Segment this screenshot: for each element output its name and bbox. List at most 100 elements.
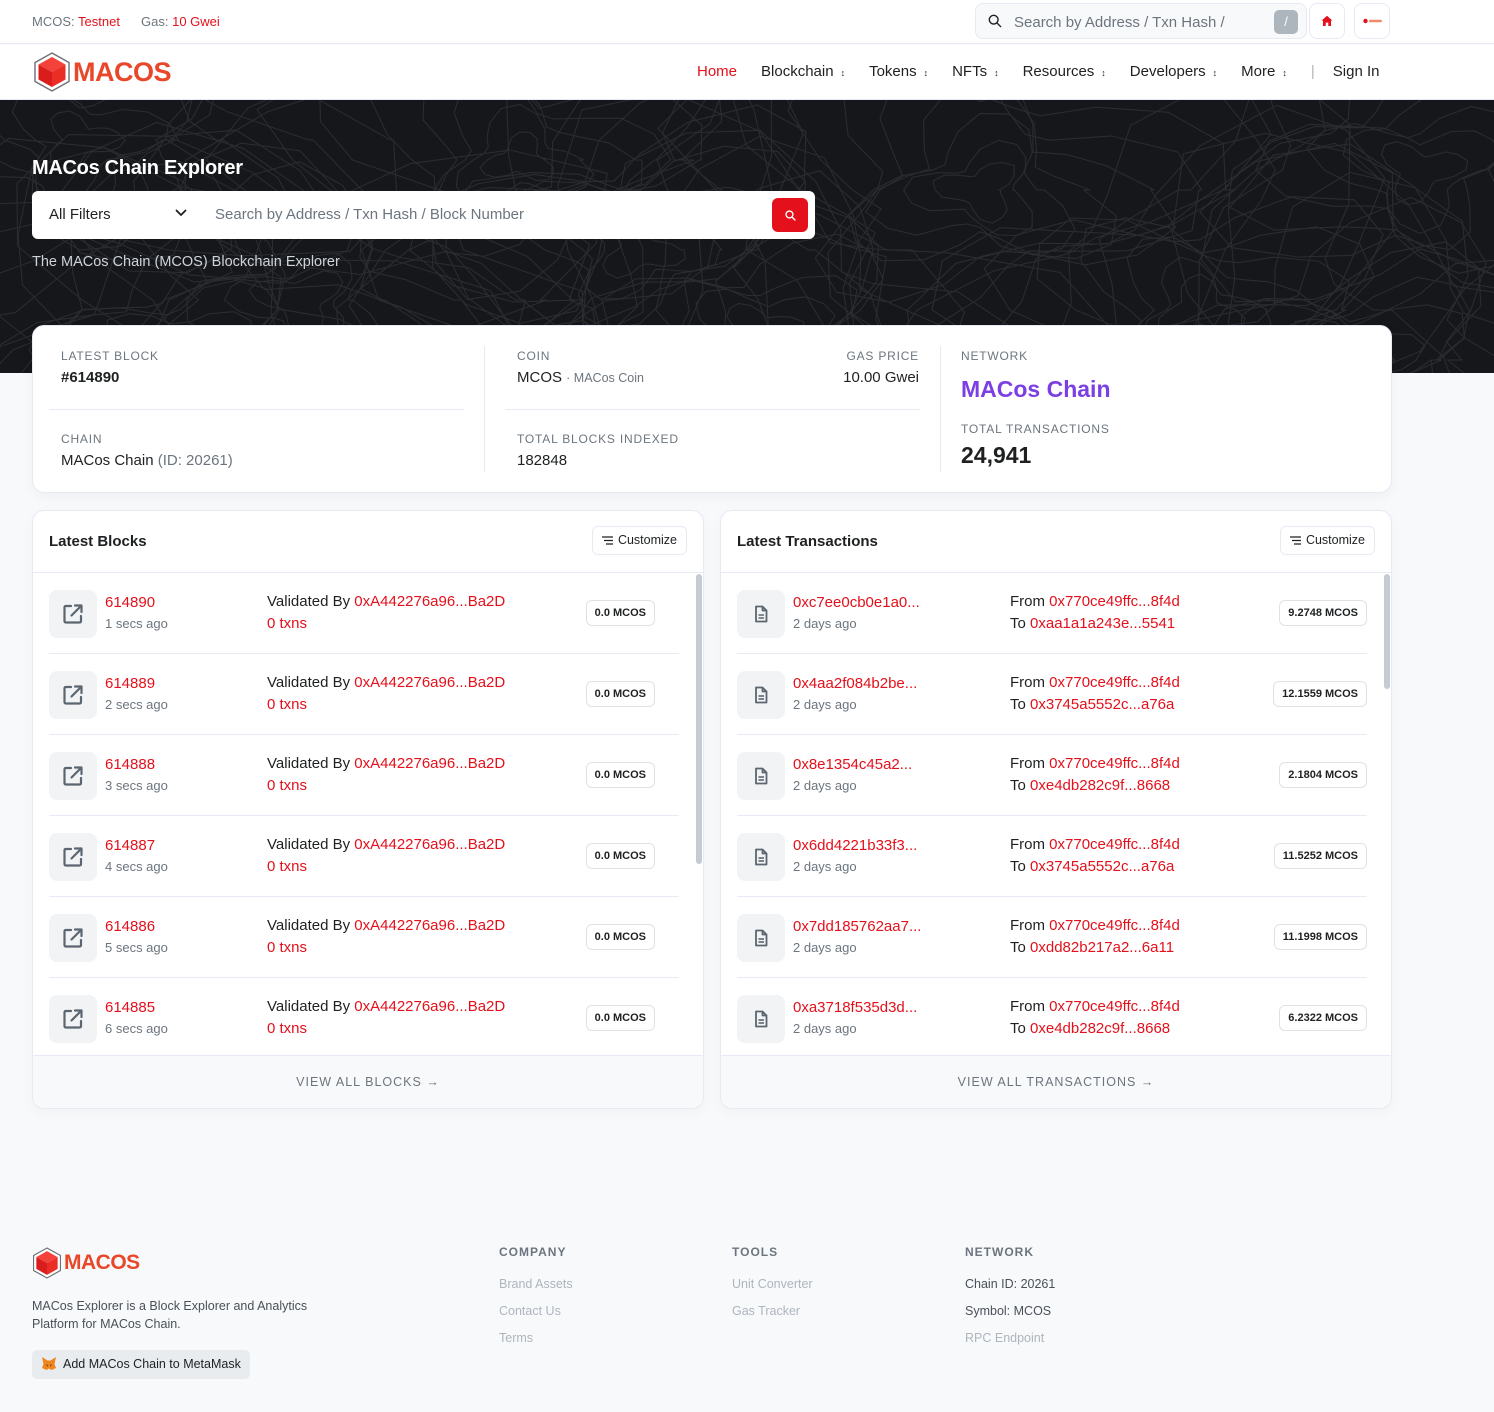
latest-block-value[interactable]: #614890 bbox=[61, 369, 119, 386]
to-address-link[interactable]: 0xe4db282c9f...8668 bbox=[1030, 1020, 1170, 1037]
footer-logo[interactable]: MACOS bbox=[32, 1247, 140, 1279]
header-search-input[interactable]: Search by Address / Txn Hash / / bbox=[975, 3, 1307, 39]
footer-symbol: Symbol: MCOS bbox=[965, 1304, 1052, 1318]
validator-address-link[interactable]: 0xA442276a96...Ba2D bbox=[354, 674, 505, 691]
home-icon bbox=[1321, 15, 1333, 26]
block-number-link[interactable]: 614886 bbox=[105, 918, 155, 935]
scrollbar-thumb[interactable] bbox=[1384, 574, 1390, 689]
tx-hash-link[interactable]: 0x6dd4221b33f3... bbox=[793, 837, 917, 854]
block-txns-link[interactable]: 0 txns bbox=[267, 1020, 307, 1037]
panel-header: Latest Blocks Customize bbox=[33, 511, 703, 573]
transaction-row: 0x7dd185762aa7... 2 days ago From 0x770ce4… bbox=[737, 897, 1367, 978]
from-address-link[interactable]: 0x770ce49ffc...8f4d bbox=[1049, 836, 1180, 853]
view-all-blocks-link[interactable]: VIEW ALL BLOCKS → bbox=[33, 1055, 703, 1108]
transaction-row: 0x8e1354c45a2... 2 days ago From 0x770ce49… bbox=[737, 735, 1367, 816]
block-txns-link[interactable]: 0 txns bbox=[267, 939, 307, 956]
tx-value-badge: 9.2748 MCOS bbox=[1279, 600, 1367, 626]
from-address-link[interactable]: 0x770ce49ffc...8f4d bbox=[1049, 755, 1180, 772]
tx-age: 2 days ago bbox=[793, 1021, 857, 1036]
block-reward-badge: 0.0 MCOS bbox=[585, 600, 655, 626]
block-number-link[interactable]: 614887 bbox=[105, 837, 155, 854]
tx-icon-box bbox=[737, 995, 785, 1043]
scrollbar-thumb[interactable] bbox=[696, 574, 702, 864]
view-all-transactions-link[interactable]: VIEW ALL TRANSACTIONS → bbox=[721, 1055, 1391, 1108]
from-label: From bbox=[1010, 593, 1045, 610]
nav-item-developers[interactable]: Developers ↕ bbox=[1130, 63, 1217, 80]
chevron-down-icon[interactable] bbox=[175, 209, 187, 217]
validator-address-link[interactable]: 0xA442276a96...Ba2D bbox=[354, 836, 505, 853]
nav-item-resources[interactable]: Resources ↕ bbox=[1023, 63, 1106, 80]
from-address-link[interactable]: 0x770ce49ffc...8f4d bbox=[1049, 593, 1180, 610]
footer-link-brand-assets[interactable]: Brand Assets bbox=[499, 1277, 573, 1291]
customize-button[interactable]: Customize bbox=[591, 526, 687, 555]
tx-from: From 0x770ce49ffc...8f4d bbox=[1010, 674, 1180, 691]
validator-address-link[interactable]: 0xA442276a96...Ba2D bbox=[354, 755, 505, 772]
tx-hash-link[interactable]: 0x8e1354c45a2... bbox=[793, 756, 912, 773]
block-txns-link[interactable]: 0 txns bbox=[267, 858, 307, 875]
hero-search-input[interactable]: Search by Address / Txn Hash / Block Num… bbox=[215, 206, 524, 223]
customize-button[interactable]: Customize bbox=[1279, 526, 1375, 555]
footer-link-terms[interactable]: Terms bbox=[499, 1331, 533, 1345]
to-address-link[interactable]: 0xe4db282c9f...8668 bbox=[1030, 777, 1170, 794]
brand-logo[interactable]: MACOS bbox=[33, 52, 172, 92]
validated-by: Validated By 0xA442276a96...Ba2D bbox=[267, 836, 505, 853]
external-link-icon bbox=[63, 847, 83, 867]
to-address-link[interactable]: 0x3745a5552c...a76a bbox=[1030, 696, 1174, 713]
to-address-link[interactable]: 0xaa1a1a243e...5541 bbox=[1030, 615, 1175, 632]
network-label: NETWORK bbox=[961, 349, 1028, 363]
from-address-link[interactable]: 0x770ce49ffc...8f4d bbox=[1049, 674, 1180, 691]
tx-hash-link[interactable]: 0x4aa2f084b2be... bbox=[793, 675, 917, 692]
block-icon-box bbox=[49, 752, 97, 800]
home-button[interactable] bbox=[1309, 3, 1345, 39]
scrollbar[interactable] bbox=[1383, 573, 1391, 1057]
sign-in-link[interactable]: Sign In bbox=[1333, 63, 1380, 80]
tx-icon-box bbox=[737, 914, 785, 962]
to-address-link[interactable]: 0x3745a5552c...a76a bbox=[1030, 858, 1174, 875]
block-icon-box bbox=[49, 671, 97, 719]
nav-item-more[interactable]: More ↕ bbox=[1241, 63, 1287, 80]
external-link-icon bbox=[63, 1009, 83, 1029]
add-to-metamask-button[interactable]: Add MACos Chain to MetaMask bbox=[32, 1350, 250, 1379]
document-icon bbox=[755, 605, 768, 623]
block-number-link[interactable]: 614890 bbox=[105, 594, 155, 611]
nav-item-tokens[interactable]: Tokens ↕ bbox=[869, 63, 928, 80]
tx-hash-link[interactable]: 0xa3718f535d3d... bbox=[793, 999, 917, 1016]
panel-title: Latest Blocks bbox=[49, 533, 147, 550]
block-number-link[interactable]: 614888 bbox=[105, 756, 155, 773]
to-address-link[interactable]: 0xdd82b217a2...6a11 bbox=[1030, 939, 1174, 956]
nav-item-home[interactable]: Home bbox=[697, 63, 737, 80]
validator-address-link[interactable]: 0xA442276a96...Ba2D bbox=[354, 917, 505, 934]
validator-address-link[interactable]: 0xA442276a96...Ba2D bbox=[354, 998, 505, 1015]
from-address-link[interactable]: 0x770ce49ffc...8f4d bbox=[1049, 917, 1180, 934]
scrollbar[interactable] bbox=[695, 573, 703, 1057]
external-link-icon bbox=[63, 685, 83, 705]
cube-logo-icon bbox=[33, 1247, 61, 1279]
brand-name: MACOS bbox=[73, 56, 172, 87]
footer-tools-heading: TOOLS bbox=[732, 1245, 779, 1259]
nav-item-nfts[interactable]: NFTs ↕ bbox=[952, 63, 999, 80]
block-txns-link[interactable]: 0 txns bbox=[267, 615, 307, 632]
footer-link-gas-tracker[interactable]: Gas Tracker bbox=[732, 1304, 800, 1318]
blocks-indexed-value: 182848 bbox=[517, 452, 568, 469]
tx-hash-link[interactable]: 0x7dd185762aa7... bbox=[793, 918, 921, 935]
filter-select[interactable]: All Filters bbox=[49, 206, 111, 223]
validated-by: Validated By 0xA442276a96...Ba2D bbox=[267, 755, 505, 772]
chain-name: MACos Chain bbox=[61, 452, 154, 469]
block-number-link[interactable]: 614885 bbox=[105, 999, 155, 1016]
nav-item-blockchain[interactable]: Blockchain ↕ bbox=[761, 63, 845, 80]
footer-link-contact-us[interactable]: Contact Us bbox=[499, 1304, 561, 1318]
footer-link-rpc-endpoint[interactable]: RPC Endpoint bbox=[965, 1331, 1044, 1345]
tx-hash-link[interactable]: 0xc7ee0cb0e1a0... bbox=[793, 594, 920, 611]
block-txns-link[interactable]: 0 txns bbox=[267, 777, 307, 794]
from-address-link[interactable]: 0x770ce49ffc...8f4d bbox=[1049, 998, 1180, 1015]
block-number-link[interactable]: 614889 bbox=[105, 675, 155, 692]
footer-link-unit-converter[interactable]: Unit Converter bbox=[732, 1277, 813, 1291]
from-label: From bbox=[1010, 917, 1045, 934]
divider bbox=[505, 409, 920, 410]
coin-value: MCOS · MACos Coin bbox=[517, 369, 644, 386]
transaction-row: 0xc7ee0cb0e1a0... 2 days ago From 0x770ce4… bbox=[737, 573, 1367, 654]
block-txns-link[interactable]: 0 txns bbox=[267, 696, 307, 713]
network-switcher-button[interactable] bbox=[1354, 3, 1390, 39]
validator-address-link[interactable]: 0xA442276a96...Ba2D bbox=[354, 593, 505, 610]
hero-search-button[interactable] bbox=[772, 198, 808, 232]
